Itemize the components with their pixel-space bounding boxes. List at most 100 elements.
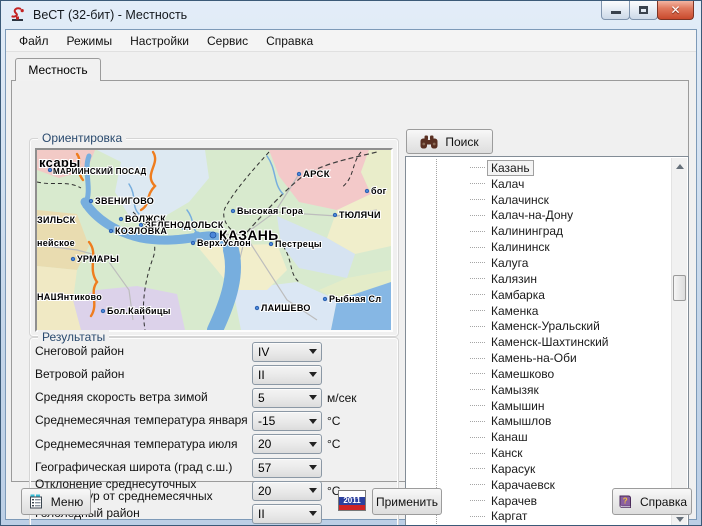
close-button[interactable]: ✕ (657, 1, 694, 20)
chevron-down-icon[interactable] (304, 372, 321, 377)
svg-text:Янтиково: Янтиково (57, 292, 102, 302)
chevron-down-icon[interactable] (304, 488, 321, 493)
tree-item[interactable]: Калач (406, 176, 671, 192)
result-combobox[interactable]: 57 (252, 458, 322, 478)
tree-item[interactable]: Канск (406, 445, 671, 461)
result-combobox[interactable]: II (252, 365, 322, 385)
help-button-label: Справка (640, 495, 687, 509)
result-row: Среднемесячная температура января -15 °С (35, 410, 397, 433)
tab-locality[interactable]: Местность (15, 58, 101, 81)
map-view[interactable]: ксарыМАРИИНСКИЙ ПОСАДАРСКбогЗВЕНИГОВОВыс… (35, 148, 393, 332)
combobox-value: 57 (253, 461, 304, 475)
tree-item[interactable]: Камень-на-Оби (406, 350, 671, 366)
scroll-up-button[interactable] (672, 158, 687, 174)
svg-text:Высокая Гора: Высокая Гора (237, 206, 304, 216)
tree-connector (470, 262, 485, 263)
tree-connector (470, 516, 485, 517)
scrollbar-thumb[interactable] (673, 275, 686, 301)
tree-item-label: Карасук (488, 462, 538, 476)
svg-text:КОЗЛОВКА: КОЗЛОВКА (115, 226, 167, 236)
chevron-down-icon[interactable] (304, 419, 321, 424)
result-combobox[interactable]: 20 (252, 481, 322, 501)
tree-connector (470, 500, 485, 501)
tree-item-label: Каменск-Шахтинский (488, 335, 611, 349)
tree-item[interactable]: Камешково (406, 366, 671, 382)
result-row: Географическая широта (град с.ш.) 57 (35, 456, 397, 479)
tree-item-label: Калининск (488, 240, 553, 254)
tree-item[interactable]: Каменск-Уральский (406, 318, 671, 334)
svg-text:Рыбная Сл: Рыбная Сл (329, 294, 381, 304)
combobox-value: -15 (253, 414, 304, 428)
tree-item[interactable]: Калининград (406, 223, 671, 239)
tree-item-label: Камышин (488, 399, 548, 413)
tree-item-label: Канск (488, 446, 526, 460)
tree-item[interactable]: Казань (406, 160, 671, 176)
tree-connector (470, 373, 485, 374)
chevron-down-icon[interactable] (304, 511, 321, 516)
tree-connector (470, 389, 485, 390)
tree-item[interactable]: Канаш (406, 429, 671, 445)
svg-text:Верх.Услон: Верх.Услон (197, 238, 251, 248)
menu-settings[interactable]: Настройки (121, 31, 198, 51)
tree-item[interactable]: Калязин (406, 271, 671, 287)
tree-item-label: Калуга (488, 256, 531, 270)
list-scrollbar[interactable] (671, 158, 687, 526)
chevron-down-icon[interactable] (304, 395, 321, 400)
tree-item[interactable]: Калуга (406, 255, 671, 271)
tree-item[interactable]: Каменск-Шахтинский (406, 334, 671, 350)
maximize-button[interactable] (629, 1, 658, 20)
tree-connector (470, 453, 485, 454)
maximize-icon (639, 6, 648, 14)
tree-connector (470, 421, 485, 422)
menu-modes[interactable]: Режимы (58, 31, 122, 51)
tree-item[interactable]: Камышин (406, 398, 671, 414)
chevron-down-icon[interactable] (304, 465, 321, 470)
result-label: Среднемесячная температура января (35, 415, 252, 427)
menu-button-label: Меню (51, 495, 83, 509)
search-button[interactable]: Поиск (406, 129, 493, 154)
tree-item[interactable]: Камбарка (406, 287, 671, 303)
apply-button[interactable]: Применить (372, 488, 442, 515)
menu-button[interactable]: Меню (21, 488, 91, 515)
svg-text:АРСК: АРСК (303, 169, 330, 180)
combobox-value: 5 (253, 391, 304, 405)
menu-help[interactable]: Справка (257, 31, 322, 51)
result-combobox[interactable]: 5 (252, 388, 322, 408)
tree-item-label: Калязин (488, 272, 540, 286)
chevron-down-icon[interactable] (304, 442, 321, 447)
svg-text:ЗИЛЬСК: ЗИЛЬСК (37, 215, 76, 225)
svg-text:нейское: нейское (37, 238, 75, 248)
minimize-button[interactable] (601, 1, 630, 20)
result-combobox[interactable]: II (252, 504, 322, 524)
tree-item[interactable]: Калачинск (406, 192, 671, 208)
result-combobox[interactable]: 20 (252, 434, 322, 454)
menu-file[interactable]: Файл (10, 31, 58, 51)
tree-connector (470, 310, 485, 311)
result-unit: °С (327, 414, 340, 428)
tree-connector (470, 167, 485, 168)
tree-connector (470, 278, 485, 279)
city-tree: Казань Калач Калачинск (406, 160, 671, 524)
menu-service[interactable]: Сервис (198, 31, 257, 51)
tree-item[interactable]: Калач-на-Дону (406, 208, 671, 224)
tree-item-label: Каменск-Уральский (488, 319, 603, 333)
tree-connector (470, 215, 485, 216)
menu-form-icon (29, 494, 44, 509)
help-button[interactable]: ? Справка (612, 488, 692, 515)
chevron-down-icon[interactable] (304, 349, 321, 354)
tree-item-label: Калачинск (488, 193, 552, 207)
tree-item[interactable]: Каменка (406, 303, 671, 319)
tree-item[interactable]: Карасук (406, 461, 671, 477)
tree-item[interactable]: Калининск (406, 239, 671, 255)
tree-connector (470, 437, 485, 438)
combobox-value: 20 (253, 484, 304, 498)
result-combobox[interactable]: IV (252, 342, 322, 362)
result-row: Средняя скорость ветра зимой 5 м/сек (35, 386, 397, 409)
title-bar[interactable]: ВеСТ (32-бит) - Местность ✕ (1, 1, 701, 29)
city-listbox[interactable]: Казань Калач Калачинск (405, 156, 689, 526)
tree-item[interactable]: Камышлов (406, 414, 671, 430)
app-window: ВеСТ (32-бит) - Местность ✕ Файл Режимы … (0, 0, 702, 526)
flag-year: 2011 (339, 497, 365, 505)
tree-item[interactable]: Камызяк (406, 382, 671, 398)
result-combobox[interactable]: -15 (252, 411, 322, 431)
